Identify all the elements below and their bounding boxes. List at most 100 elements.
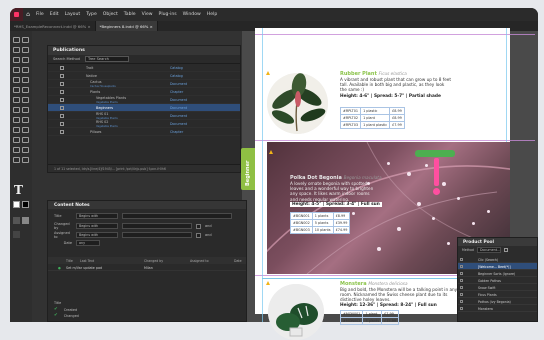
product-description[interactable]: A vibrant and robust plant that can grow…	[340, 77, 451, 93]
scissors-tool-icon[interactable]	[13, 97, 20, 103]
column-header[interactable]: Date	[234, 259, 242, 263]
exclamation-marker-icon[interactable]	[434, 158, 439, 186]
type-tool-icon[interactable]	[13, 67, 20, 73]
apply-none-icon[interactable]	[22, 157, 29, 163]
publication-row[interactable]: Beginners Document	[48, 104, 240, 112]
method-dropdown[interactable]: Document...	[476, 247, 501, 253]
publication-row[interactable]: RHS 02 Vegetable Plants Document	[48, 120, 240, 128]
publication-row[interactable]: Native Catalog	[48, 72, 240, 80]
publication-row[interactable]: Plants Chapter	[48, 88, 240, 96]
refresh-icon[interactable]	[503, 248, 508, 252]
warning-icon[interactable]	[266, 71, 270, 75]
sku-table[interactable]: #RPLT01 1 plastic £8.99 #RPLT02 1 plant £8.9…	[339, 107, 405, 129]
fill-swatch-icon[interactable]	[13, 201, 20, 208]
tab-rhs-example[interactable]: *RHS_ExampleReconnect.indd @ 66% ×	[10, 21, 96, 31]
list-item[interactable]: Golden Pothos	[458, 277, 537, 284]
table-row[interactable]: ● Set m/Var update pad Milan	[48, 264, 246, 271]
direct-selection-tool-icon[interactable]	[22, 37, 29, 43]
type-on-path-tool-icon[interactable]: T	[14, 183, 23, 197]
list-item[interactable]: Snow Swift	[458, 284, 537, 291]
fill-stroke-icon[interactable]	[22, 127, 29, 133]
menu-view[interactable]: View	[142, 12, 153, 17]
publication-row[interactable]: Cactus Cactus Houseplants Document	[48, 80, 240, 88]
tab-beginners[interactable]: *Beginners 8.indd @ 66% ×	[95, 21, 158, 31]
list-item[interactable]: Clic (Search)	[458, 256, 537, 263]
date-dropdown[interactable]: any	[76, 240, 100, 246]
menu-plugins[interactable]: Plug-ins	[159, 12, 177, 17]
list-item[interactable]: Ficus Plants	[458, 291, 537, 298]
rectangle-frame-tool-icon[interactable]	[13, 87, 20, 93]
gap-tool-icon[interactable]	[22, 47, 29, 53]
rectangle-tool-icon[interactable]	[22, 87, 29, 93]
filter-operator-dropdown[interactable]: Begins with	[76, 232, 118, 238]
product-description[interactable]: A lovely ornate begonia with spotted lea…	[290, 181, 373, 202]
filter-operator-dropdown[interactable]: Begins with	[76, 223, 118, 229]
content-placer-icon[interactable]	[22, 57, 29, 63]
formatting-affects-text-icon[interactable]	[22, 147, 29, 153]
sku-table[interactable]: #MON001 1 plant £7.99 #MON002 5 plants £35.9…	[339, 310, 399, 325]
screen-mode-icon[interactable]	[13, 231, 20, 238]
menu-table[interactable]: Table	[124, 12, 136, 17]
warning-icon[interactable]	[269, 150, 273, 154]
publication-row[interactable]: RHS 01 Vegetable Plants Document	[48, 112, 240, 120]
swap-colors-icon[interactable]	[13, 137, 20, 143]
apply-color-icon[interactable]	[13, 157, 20, 163]
sticky-note-tag[interactable]	[415, 150, 455, 157]
filter-value-input[interactable]	[122, 223, 192, 229]
menu-help[interactable]: Help	[207, 12, 217, 17]
preview-mode-icon[interactable]	[22, 217, 29, 224]
filter-value-input[interactable]	[122, 232, 192, 238]
column-header[interactable]: Assigned to	[190, 259, 209, 263]
free-transform-tool-icon[interactable]	[22, 97, 29, 103]
filter-checkbox[interactable]	[196, 232, 201, 238]
pen-tool-icon[interactable]	[13, 77, 20, 83]
menu-layout[interactable]: Layout	[65, 12, 81, 17]
publication-row[interactable]: Vegetables Plants Vegetable Plants Docum…	[48, 96, 240, 104]
formatting-affects-container-icon[interactable]	[13, 147, 20, 153]
product-description[interactable]: Big and bold, the Monstera will be a tal…	[340, 287, 457, 303]
menu-edit[interactable]: Edit	[50, 12, 59, 17]
pencil-tool-icon[interactable]	[22, 77, 29, 83]
list-item[interactable]: [Welcome... Beet(*)]	[458, 263, 537, 270]
search-method-dropdown[interactable]: Tree Search	[84, 56, 129, 62]
filter-operator-dropdown[interactable]: Begins with	[76, 213, 118, 219]
column-header[interactable]: Changed by	[144, 259, 163, 263]
rubber-plant-image[interactable]	[267, 73, 328, 134]
list-item[interactable]: Pothos (ivy Begonia)	[458, 298, 537, 305]
menu-window[interactable]: Window	[183, 12, 201, 17]
publication-status: Document	[170, 81, 188, 86]
gradient-tool-icon[interactable]	[13, 107, 20, 113]
stroke-swatch-icon[interactable]	[22, 201, 29, 208]
filter-value-input[interactable]	[122, 213, 232, 219]
publication-row[interactable]: Pillows Chapter	[48, 128, 240, 136]
home-icon[interactable]: ⌂	[23, 11, 33, 18]
monstera-image[interactable]	[268, 284, 324, 340]
content-collector-icon[interactable]	[13, 57, 20, 63]
publication-row[interactable]: Trait Catalog	[48, 64, 240, 72]
note-tool-icon[interactable]	[22, 107, 29, 113]
warning-icon[interactable]	[266, 281, 270, 285]
default-colors-icon[interactable]	[22, 137, 29, 143]
filter-checkbox[interactable]	[196, 223, 201, 229]
sku-table[interactable]: #BGN001 1 plants £8.99 #BGN002 5 plants £39.…	[290, 212, 351, 234]
line-tool-icon[interactable]	[22, 67, 29, 73]
list-item[interactable]: Beginner Sorts (Ignore)	[458, 270, 537, 277]
product-meta[interactable]: Height: 12-36" | Spread: 8-24" | Full su…	[340, 303, 437, 308]
menu-file[interactable]: File	[36, 12, 44, 17]
product-meta[interactable]: Height: 4-5" | Spread: 3-4" | Full sun	[290, 202, 382, 207]
list-item[interactable]: Monstera	[458, 305, 537, 312]
sku-cell: #RPLT03	[339, 121, 362, 129]
publication-name: Vegetables Plants	[96, 96, 127, 100]
page-tool-icon[interactable]	[13, 47, 20, 53]
zoom-tool-icon[interactable]	[13, 127, 20, 133]
column-header[interactable]: Last Text	[80, 259, 94, 263]
column-header[interactable]: Title	[66, 259, 73, 263]
product-icon	[460, 257, 463, 261]
selection-tool-icon[interactable]	[13, 37, 20, 43]
menu-type[interactable]: Type	[86, 12, 97, 17]
hand-tool-icon[interactable]	[22, 117, 29, 123]
menu-object[interactable]: Object	[103, 12, 118, 17]
eyedropper-tool-icon[interactable]	[13, 117, 20, 123]
normal-mode-icon[interactable]	[13, 217, 20, 224]
product-meta[interactable]: Height: 4-6" | Spread: 5-7" | Partial sh…	[340, 94, 441, 99]
